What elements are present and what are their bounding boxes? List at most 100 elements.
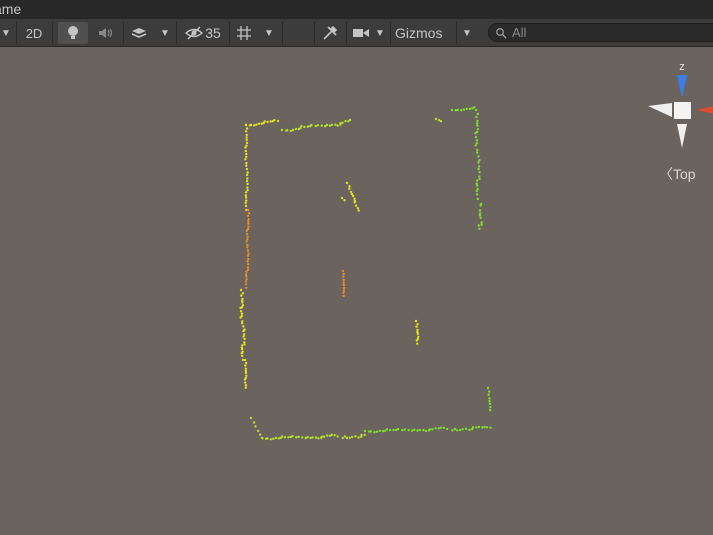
scene-toolbar: ▼ 2D ▼ 35 ▼ ▼ Gizmos ▼ All: [0, 19, 713, 47]
point: [460, 109, 463, 112]
point: [479, 204, 482, 207]
point: [246, 208, 250, 212]
point: [280, 128, 284, 132]
point: [246, 171, 249, 174]
neg-x-axis-cone[interactable]: [648, 103, 672, 117]
chevron-down-icon[interactable]: ▼: [0, 22, 12, 44]
lighting-toggle-button[interactable]: [58, 22, 88, 44]
point: [246, 260, 249, 263]
point: [266, 437, 269, 440]
point: [477, 161, 480, 164]
gizmos-button[interactable]: Gizmos: [393, 22, 457, 44]
hidden-objects-toggle[interactable]: 35: [180, 22, 226, 44]
neg-z-axis-cone[interactable]: [677, 124, 687, 148]
point: [245, 138, 248, 142]
point: [245, 199, 248, 202]
gizmo-center-cube[interactable]: [674, 102, 691, 119]
point: [245, 232, 249, 236]
point: [246, 246, 249, 249]
point: [478, 177, 481, 181]
point: [277, 437, 280, 440]
point: [240, 322, 244, 325]
point: [244, 283, 248, 286]
point: [468, 107, 472, 111]
search-input[interactable]: All: [488, 23, 713, 42]
point: [488, 397, 491, 400]
point: [276, 119, 280, 123]
point: [474, 132, 477, 135]
camera-dropdown[interactable]: ▼: [373, 22, 387, 44]
point: [478, 171, 481, 174]
point: [246, 243, 249, 247]
point: [476, 193, 479, 196]
orientation-gizmo[interactable]: z: [640, 55, 713, 155]
effects-dropdown[interactable]: ▼: [156, 22, 174, 44]
point: [246, 189, 249, 192]
point: [247, 252, 250, 255]
point: [478, 175, 481, 178]
point: [434, 117, 438, 121]
point: [266, 120, 269, 124]
point: [461, 428, 464, 431]
effects-toggle-button[interactable]: [128, 22, 150, 44]
point: [240, 294, 243, 297]
2d-toggle-button[interactable]: 2D: [20, 22, 48, 44]
point: [363, 429, 367, 433]
point: [478, 159, 481, 162]
camera-button[interactable]: [350, 22, 372, 44]
chevron-down-icon: ▼: [375, 27, 385, 39]
z-axis-cone[interactable]: [677, 75, 687, 98]
point: [243, 343, 246, 346]
point: [349, 190, 353, 194]
tools-icon: [323, 25, 338, 40]
point: [353, 197, 356, 200]
scene-view[interactable]: [0, 47, 713, 535]
point: [348, 118, 352, 122]
point: [475, 139, 479, 142]
point: [254, 425, 257, 428]
point: [336, 435, 339, 438]
view-orientation-label[interactable]: 〈Top: [659, 164, 696, 184]
point: [416, 342, 419, 345]
audio-toggle-button[interactable]: [92, 22, 120, 44]
point: [336, 124, 339, 127]
point: [476, 112, 480, 116]
point: [416, 332, 419, 336]
point: [242, 329, 245, 333]
grid-dropdown[interactable]: ▼: [260, 22, 278, 44]
point: [477, 425, 481, 429]
point: [480, 223, 483, 226]
point: [451, 429, 454, 432]
point: [488, 400, 491, 403]
point: [287, 436, 290, 439]
gizmos-dropdown[interactable]: ▼: [459, 22, 475, 44]
point: [424, 429, 428, 433]
point: [388, 428, 392, 432]
point: [477, 155, 480, 158]
point: [414, 319, 418, 323]
chevron-down-icon: ▼: [264, 27, 274, 39]
point: [246, 182, 249, 186]
point: [415, 325, 418, 328]
point: [244, 280, 248, 283]
point: [476, 179, 479, 182]
point: [341, 269, 345, 273]
point: [411, 429, 414, 432]
point: [473, 106, 476, 109]
point: [244, 130, 248, 133]
x-axis-cone[interactable]: [696, 105, 713, 115]
point: [342, 275, 345, 278]
point: [303, 125, 306, 129]
tools-button[interactable]: [318, 22, 342, 44]
point: [273, 119, 276, 122]
point: [351, 194, 355, 198]
point: [360, 433, 363, 437]
grid-snap-button[interactable]: [233, 22, 255, 44]
point: [378, 429, 382, 433]
point: [247, 257, 250, 261]
point: [280, 435, 284, 438]
point: [243, 358, 247, 362]
point: [325, 434, 329, 437]
point: [348, 187, 351, 190]
point: [242, 325, 245, 328]
